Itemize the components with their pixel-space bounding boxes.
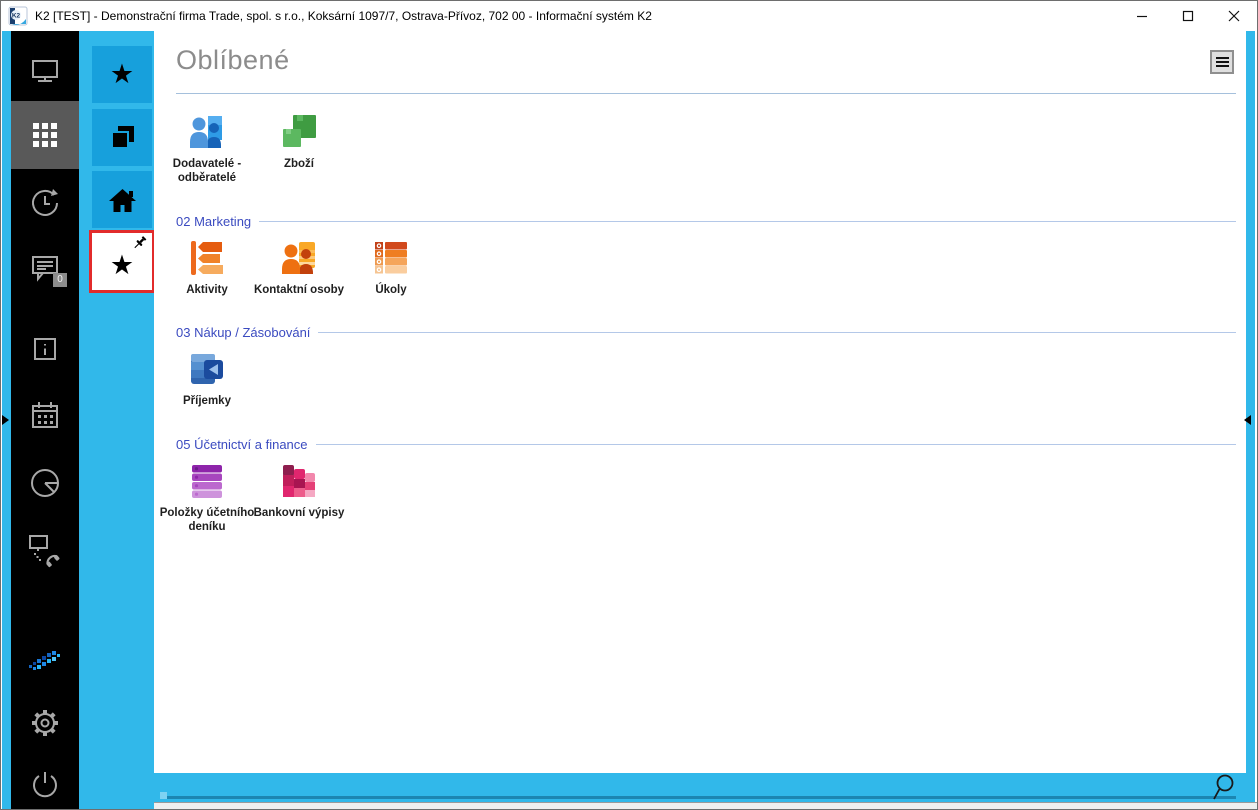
- pie-chart-icon: [31, 469, 59, 497]
- sidebar-item-info[interactable]: [11, 329, 79, 369]
- history-clock-icon: [32, 189, 58, 216]
- section-finance: 05 Účetnictví a finance Položky účetního…: [160, 436, 1236, 535]
- activities-tags-icon: [191, 240, 223, 275]
- home-icon: [108, 188, 136, 212]
- tasks-list-icon: [375, 241, 407, 274]
- section-line: [318, 332, 1236, 334]
- tile-label: Kontaktní osoby: [253, 283, 345, 296]
- sidebar-item-history[interactable]: [11, 183, 79, 223]
- expand-left-arrow-icon[interactable]: [2, 415, 9, 425]
- hamburger-icon: [1215, 57, 1229, 59]
- tile-label: Zboží: [283, 158, 315, 170]
- sidebar-item-desktop[interactable]: [11, 51, 79, 91]
- bottom-resize-line[interactable]: [160, 792, 1236, 799]
- tile-label: Dodavatelé - odběratelé: [172, 158, 242, 185]
- section-purchasing: 03 Nákup / Zásobování Příjemky: [176, 325, 1236, 408]
- section-label: 05 Účetnictví a finance: [176, 436, 308, 452]
- sidebar-item-messages[interactable]: 0: [11, 249, 79, 289]
- sidebar-item-reports[interactable]: [11, 463, 79, 503]
- sidebar-item-modules[interactable]: [11, 101, 79, 169]
- tile-row: Dodavatelé - odběratelé Zboží: [161, 113, 1236, 186]
- journal-items-icon: [192, 464, 222, 498]
- titlebar: K2 K2 [TEST] - Demonstrační firma Trade,…: [1, 1, 1257, 31]
- search-icon[interactable]: [1210, 772, 1236, 802]
- tile-label: Úkoly: [375, 283, 407, 296]
- bank-statements-icon: [283, 464, 315, 497]
- tile-suppliers-customers[interactable]: Dodavatelé - odběratelé: [161, 113, 253, 186]
- quick-item-favorites-pinned[interactable]: ★: [89, 230, 155, 293]
- collapse-right-arrow-icon[interactable]: [1244, 415, 1251, 425]
- suppliers-customers-icon: [190, 116, 222, 148]
- tile-contact-persons[interactable]: Kontaktní osoby: [253, 239, 345, 297]
- title-separator: [176, 93, 1236, 94]
- main-sidebar: 0: [11, 31, 79, 809]
- messages-badge: 0: [53, 273, 67, 287]
- bottom-status-strip: [154, 802, 1257, 809]
- page-title: Oblíbené: [176, 45, 290, 75]
- sidebar-item-calendar[interactable]: [11, 396, 79, 436]
- maximize-icon: [1182, 10, 1194, 22]
- sidebar-item-settings[interactable]: [11, 703, 79, 743]
- section-label: 02 Marketing: [176, 213, 252, 229]
- minimize-button[interactable]: [1119, 1, 1165, 31]
- remote-phone-icon: [29, 535, 60, 568]
- section-line: [259, 220, 1236, 222]
- k2-app-icon: K2: [8, 6, 28, 26]
- k2-dots-logo: [29, 651, 60, 670]
- svg-text:K2: K2: [12, 13, 21, 20]
- star-icon: ★: [109, 250, 135, 280]
- section-marketing: 02 Marketing Aktivity Kontaktní osoby Úk…: [176, 214, 1236, 297]
- calendar-icon: [32, 402, 58, 428]
- window-controls: [1119, 1, 1257, 31]
- quick-sidebar: ★ ★: [79, 31, 155, 809]
- quick-item-home[interactable]: [92, 171, 152, 228]
- quick-item-open-windows[interactable]: [92, 109, 152, 166]
- gear-icon: [32, 710, 58, 736]
- close-button[interactable]: [1211, 1, 1257, 31]
- goods-boxes-icon: [283, 115, 316, 147]
- apps-grid-icon: [33, 123, 57, 147]
- section-label: 03 Nákup / Zásobování: [176, 325, 311, 341]
- star-icon: ★: [109, 59, 135, 89]
- favorites-page: Oblíbené Dodavatelé - odběratelé Zboží 0…: [154, 31, 1246, 773]
- k2-window: K2 K2 [TEST] - Demonstrační firma Trade,…: [0, 0, 1258, 810]
- tile-label: Aktivity: [186, 283, 228, 296]
- info-icon: [34, 338, 56, 360]
- tile-row: Příjemky: [161, 350, 1236, 408]
- quick-item-favorites[interactable]: ★: [92, 46, 152, 103]
- tile-label: Bankovní výpisy: [253, 506, 345, 519]
- tile-bank-statements[interactable]: Bankovní výpisy: [253, 462, 345, 535]
- contact-persons-icon: [282, 241, 315, 274]
- maximize-button[interactable]: [1165, 1, 1211, 31]
- sidebar-item-power[interactable]: [11, 765, 79, 805]
- minimize-icon: [1137, 15, 1147, 18]
- close-icon: [1228, 10, 1240, 22]
- tile-goods[interactable]: Zboží: [253, 113, 345, 186]
- pages-icon: [110, 126, 134, 149]
- tile-label: Položky účetního deníku: [159, 506, 255, 534]
- power-icon: [33, 772, 57, 798]
- pin-icon: [134, 236, 147, 249]
- tile-activities[interactable]: Aktivity: [161, 239, 253, 297]
- receipts-icon: [191, 354, 223, 385]
- tile-row: Aktivity Kontaktní osoby Úkoly: [161, 239, 1236, 297]
- sidebar-item-remote-support[interactable]: [11, 531, 79, 571]
- sidebar-item-k2-brand[interactable]: [11, 641, 79, 681]
- tile-journal-items[interactable]: Položky účetního deníku: [160, 462, 254, 535]
- monitor-icon: [32, 60, 58, 82]
- tile-tasks[interactable]: Úkoly: [345, 239, 437, 297]
- tile-label: Příjemky: [183, 395, 231, 408]
- bottom-bar: [154, 773, 1246, 802]
- section-line: [315, 443, 1236, 445]
- window-title: K2 [TEST] - Demonstrační firma Trade, sp…: [35, 9, 652, 23]
- tile-row: Položky účetního deníku Bankovní výpisy: [160, 462, 1236, 535]
- tile-receipts[interactable]: Příjemky: [161, 350, 253, 408]
- page-menu-button[interactable]: [1210, 50, 1234, 74]
